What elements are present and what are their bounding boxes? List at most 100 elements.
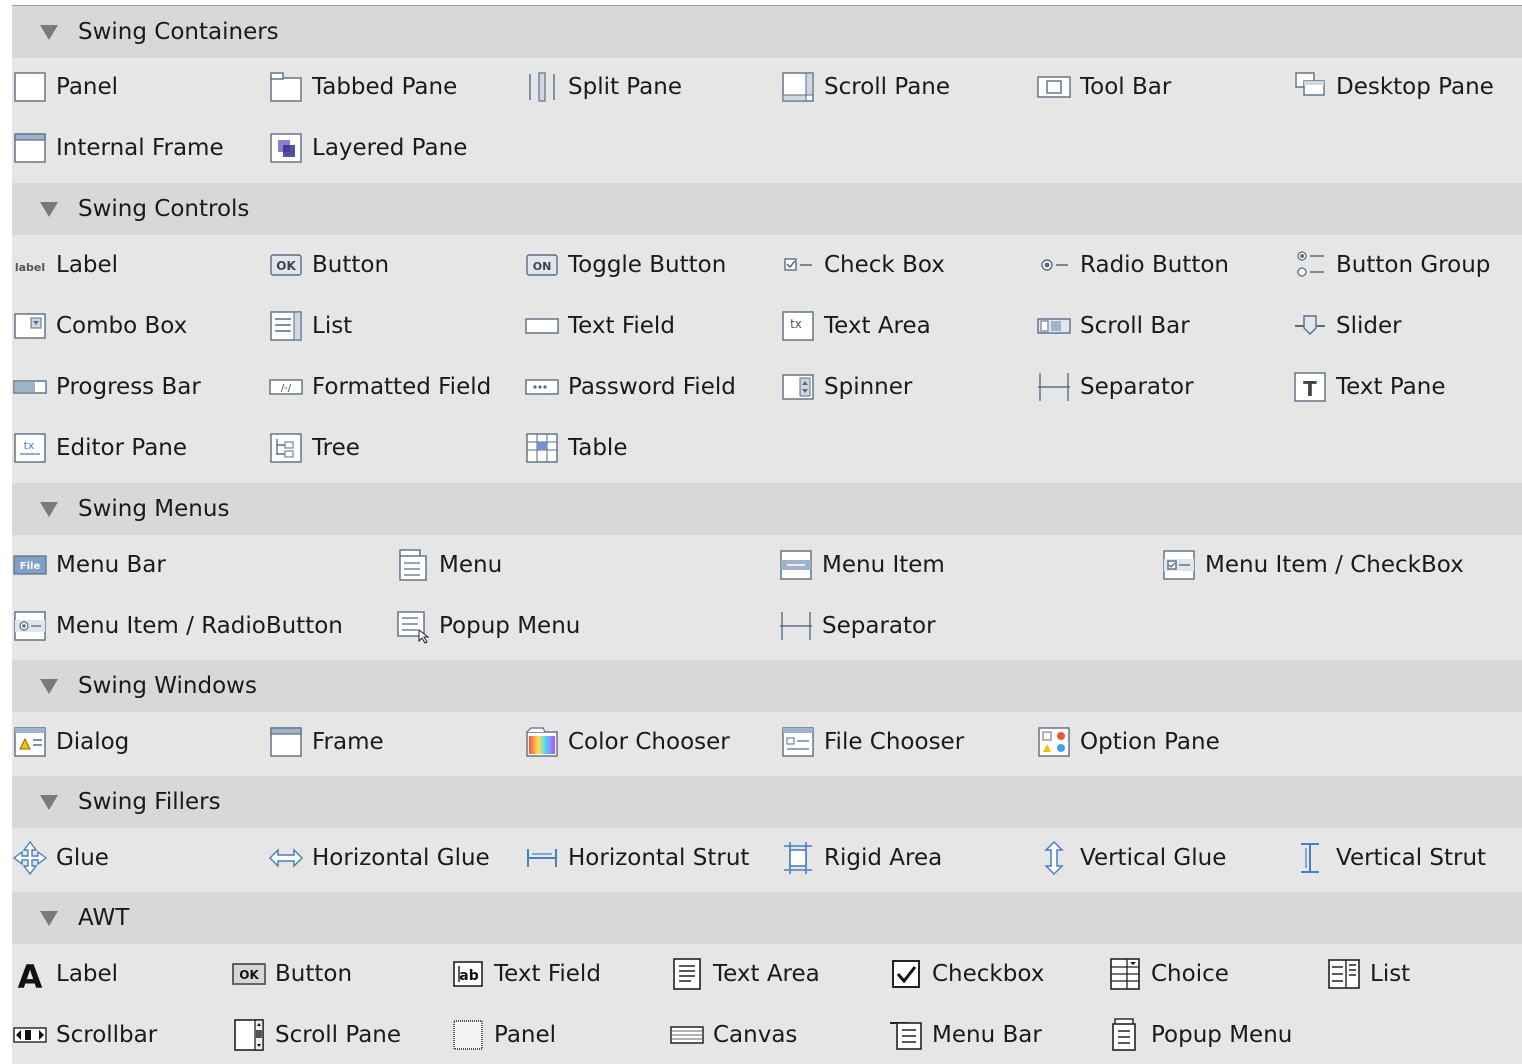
palette-item-file-chooser[interactable]: File Chooser xyxy=(780,718,964,766)
palette-item-label: Layered Pane xyxy=(312,135,468,161)
palette-item-label: Horizontal Strut xyxy=(568,845,750,871)
category-header-swing-fillers[interactable]: Swing Fillers xyxy=(12,776,1522,828)
palette-item-label: Horizontal Glue xyxy=(312,845,490,871)
palette-item-horizontal-glue[interactable]: Horizontal Glue xyxy=(268,834,490,882)
palette-item-menu[interactable]: Menu xyxy=(395,541,502,589)
slider-icon xyxy=(1292,308,1328,344)
tabbed-pane-icon xyxy=(268,69,304,105)
palette-item-text-pane[interactable]: T Text Pane xyxy=(1292,363,1446,411)
palette-item-frame[interactable]: Frame xyxy=(268,718,384,766)
collapse-triangle-icon[interactable] xyxy=(40,201,58,217)
palette-item-label: Menu xyxy=(439,552,503,578)
palette-item-separator[interactable]: Separator xyxy=(1036,363,1194,411)
palette-item-label: Panel xyxy=(494,1022,557,1048)
palette-item-toggle-button[interactable]: ON Toggle Button xyxy=(524,241,726,289)
palette-item-layered-pane[interactable]: Layered Pane xyxy=(268,124,467,172)
collapse-triangle-icon[interactable] xyxy=(40,794,58,810)
palette-item-vertical-strut[interactable]: Vertical Strut xyxy=(1292,834,1486,882)
palette-item-awt-canvas[interactable]: Canvas xyxy=(669,1011,797,1059)
palette-item-radio-button[interactable]: Radio Button xyxy=(1036,241,1229,289)
palette-item-awt-scrollbar[interactable]: Scrollbar xyxy=(12,1011,157,1059)
palette-item-spinner[interactable]: Spinner xyxy=(780,363,912,411)
palette-item-panel[interactable]: Panel xyxy=(12,63,118,111)
palette-item-label: Checkbox xyxy=(932,961,1045,987)
collapse-triangle-icon[interactable] xyxy=(40,678,58,694)
label-icon: label xyxy=(12,247,48,283)
horizontal-strut-icon xyxy=(524,840,560,876)
dialog-icon xyxy=(12,724,48,760)
palette-item-menu-bar[interactable]: File Menu Bar xyxy=(12,541,166,589)
collapse-triangle-icon[interactable] xyxy=(40,910,58,926)
palette-item-awt-menu-bar[interactable]: Menu Bar xyxy=(888,1011,1042,1059)
category-header-swing-windows[interactable]: Swing Windows xyxy=(12,660,1522,712)
palette-item-text-area[interactable]: tx Text Area xyxy=(780,302,931,350)
palette-item-awt-panel[interactable]: Panel xyxy=(450,1011,556,1059)
svg-text:ON: ON xyxy=(533,260,552,273)
palette-item-text-field[interactable]: Text Field xyxy=(524,302,675,350)
text-pane-icon: T xyxy=(1292,369,1328,405)
palette-item-color-chooser[interactable]: Color Chooser xyxy=(524,718,730,766)
palette-item-awt-scroll-pane[interactable]: Scroll Pane xyxy=(231,1011,401,1059)
palette-item-option-pane[interactable]: Option Pane xyxy=(1036,718,1220,766)
palette-item-button[interactable]: OK Button xyxy=(268,241,389,289)
palette-item-awt-button[interactable]: OK Button xyxy=(231,950,352,998)
palette-item-menu-item-checkbox[interactable]: Menu Item / CheckBox xyxy=(1161,541,1464,589)
palette-item-label: Scroll Pane xyxy=(275,1022,402,1048)
category-header-awt[interactable]: AWT xyxy=(12,892,1522,944)
palette-item-combo-box[interactable]: Combo Box xyxy=(12,302,187,350)
palette-item-slider[interactable]: Slider xyxy=(1292,302,1402,350)
glue-icon xyxy=(12,840,48,876)
palette-item-awt-label[interactable]: A Label xyxy=(12,950,118,998)
collapse-triangle-icon[interactable] xyxy=(40,501,58,517)
palette-item-menu-item[interactable]: Menu Item xyxy=(778,541,945,589)
category-header-swing-containers[interactable]: Swing Containers xyxy=(12,6,1522,58)
palette-item-label: Frame xyxy=(312,729,384,755)
palette-item-label: Internal Frame xyxy=(56,135,224,161)
awt-canvas-icon xyxy=(669,1017,705,1053)
palette-item-label: Radio Button xyxy=(1080,252,1229,278)
palette-item-awt-text-area[interactable]: Text Area xyxy=(669,950,820,998)
palette-item-progress-bar[interactable]: Progress Bar xyxy=(12,363,201,411)
palette-item-menu-item-radiobutton[interactable]: Menu Item / RadioButton xyxy=(12,602,343,650)
palette-item-label: Rigid Area xyxy=(824,845,943,871)
progress-bar-icon xyxy=(12,369,48,405)
palette-item-rigid-area[interactable]: Rigid Area xyxy=(780,834,942,882)
menu-bar-icon: File xyxy=(12,547,48,583)
palette-item-label: Choice xyxy=(1151,961,1229,987)
palette-item-tabbed-pane[interactable]: Tabbed Pane xyxy=(268,63,457,111)
palette-item-awt-choice[interactable]: Choice xyxy=(1107,950,1229,998)
palette-item-formatted-field[interactable]: /-/ Formatted Field xyxy=(268,363,491,411)
palette-item-label[interactable]: label Label xyxy=(12,241,118,289)
collapse-triangle-icon[interactable] xyxy=(40,24,58,40)
palette-item-tree[interactable]: Tree xyxy=(268,424,360,472)
panel-icon xyxy=(12,69,48,105)
category-header-swing-controls[interactable]: Swing Controls xyxy=(12,183,1522,235)
palette-item-editor-pane[interactable]: tx Editor Pane xyxy=(12,424,187,472)
palette-item-awt-checkbox[interactable]: Checkbox xyxy=(888,950,1044,998)
palette-item-awt-list[interactable]: List xyxy=(1326,950,1410,998)
palette-item-awt-text-field[interactable]: ab Text Field xyxy=(450,950,601,998)
palette-item-label: Button xyxy=(312,252,390,278)
palette-item-password-field[interactable]: Password Field xyxy=(524,363,736,411)
palette-item-scroll-pane[interactable]: Scroll Pane xyxy=(780,63,950,111)
palette-item-vertical-glue[interactable]: Vertical Glue xyxy=(1036,834,1226,882)
palette-item-internal-frame[interactable]: Internal Frame xyxy=(12,124,224,172)
palette-item-scroll-bar[interactable]: Scroll Bar xyxy=(1036,302,1190,350)
option-pane-icon xyxy=(1036,724,1072,760)
palette-item-glue[interactable]: Glue xyxy=(12,834,109,882)
palette-item-horizontal-strut[interactable]: Horizontal Strut xyxy=(524,834,749,882)
palette-item-check-box[interactable]: Check Box xyxy=(780,241,945,289)
palette-item-dialog[interactable]: Dialog xyxy=(12,718,129,766)
category-header-swing-menus[interactable]: Swing Menus xyxy=(12,483,1522,535)
palette-item-popup-menu[interactable]: Popup Menu xyxy=(395,602,580,650)
palette-item-desktop-pane[interactable]: Desktop Pane xyxy=(1292,63,1494,111)
palette-item-menu-separator[interactable]: Separator xyxy=(778,602,936,650)
palette-item-list[interactable]: List xyxy=(268,302,352,350)
palette-item-awt-popup-menu[interactable]: Popup Menu xyxy=(1107,1011,1292,1059)
palette-item-tool-bar[interactable]: Tool Bar xyxy=(1036,63,1171,111)
palette-item-button-group[interactable]: Button Group xyxy=(1292,241,1490,289)
palette-item-split-pane[interactable]: Split Pane xyxy=(524,63,682,111)
palette-item-table[interactable]: Table xyxy=(524,424,627,472)
palette-item-label: Check Box xyxy=(824,252,945,278)
palette-item-label: Password Field xyxy=(568,374,736,400)
